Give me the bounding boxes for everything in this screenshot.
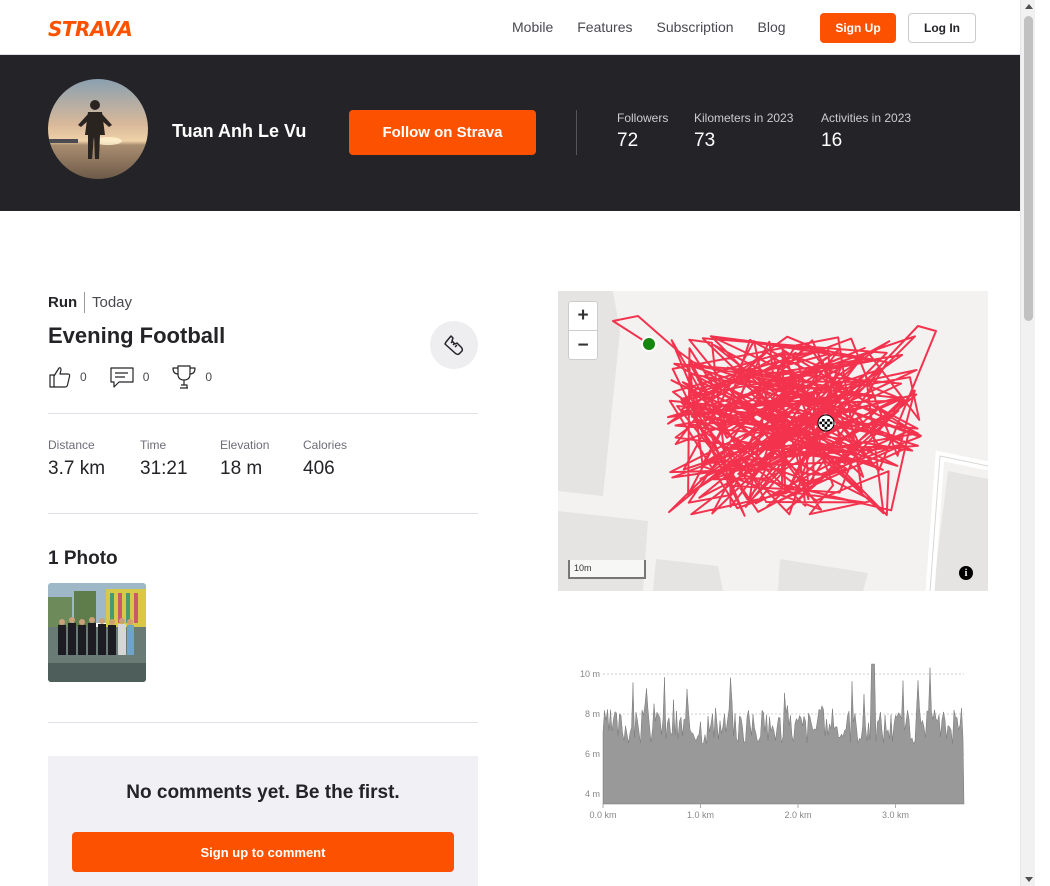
activity-title: Evening Football	[48, 323, 226, 348]
stat-label: Kilometers in 2023	[694, 111, 794, 125]
map-scale: 10m	[568, 560, 646, 579]
elevation-chart[interactable]: 10 m 8 m 6 m 4 m 0.0 km 1.0 km 2.0 km 3.0 km	[560, 632, 980, 832]
y-tick-label: 6 m	[585, 749, 600, 759]
scroll-up-icon[interactable]	[1025, 4, 1033, 9]
metric-label: Distance	[48, 438, 95, 452]
activity-type: Run	[48, 294, 78, 311]
x-tick-label: 1.0 km	[687, 810, 714, 820]
log-in-button[interactable]: Log In	[908, 13, 976, 43]
metric-calories: Calories 406	[303, 438, 347, 480]
sign-up-button[interactable]: Sign Up	[820, 13, 896, 43]
zoom-out-button[interactable]: −	[569, 331, 597, 360]
social-actions: 0 0 0	[48, 364, 234, 390]
metric-time: Time 31:21	[140, 438, 188, 480]
divider	[48, 413, 478, 414]
metric-value: 406	[303, 458, 335, 479]
zoom-in-button[interactable]: +	[569, 302, 597, 331]
scroll-down-icon[interactable]	[1025, 877, 1033, 882]
activity-date: Today	[92, 294, 133, 311]
strava-logo[interactable]: STRAVA	[48, 17, 133, 41]
stat-value: 73	[694, 130, 716, 151]
avatar[interactable]	[48, 79, 148, 179]
photos-title: 1 Photo	[48, 548, 118, 569]
achievements[interactable]: 0	[171, 364, 212, 390]
stat-label: Activities in 2023	[821, 111, 912, 125]
activity-photo[interactable]	[48, 583, 146, 682]
comments-section: No comments yet. Be the first. Sign up t…	[48, 756, 478, 886]
page-scrollbar[interactable]	[1020, 0, 1035, 886]
nav-link-blog[interactable]: Blog	[758, 19, 786, 35]
stat-value: 16	[821, 130, 843, 151]
x-tick-label: 2.0 km	[784, 810, 811, 820]
run-shoe-icon	[430, 321, 478, 369]
athlete-name[interactable]: Tuan Anh Le Vu	[172, 121, 306, 142]
route-path	[612, 315, 937, 517]
metric-value: 18 m	[220, 458, 263, 479]
metric-distance: Distance 3.7 km	[48, 438, 105, 480]
comment-icon	[110, 367, 134, 388]
divider	[48, 722, 478, 723]
y-tick-label: 4 m	[585, 789, 600, 799]
metric-label: Time	[140, 438, 167, 452]
x-tick-label: 0.0 km	[589, 810, 616, 820]
nav-link-features[interactable]: Features	[577, 19, 632, 35]
map-tiles	[558, 291, 988, 591]
metric-elevation: Elevation 18 m	[220, 438, 269, 480]
elevation-profile	[602, 663, 965, 805]
y-tick-label: 8 m	[585, 709, 600, 719]
x-tick-label: 3.0 km	[882, 810, 909, 820]
scrollbar-thumb[interactable]	[1024, 16, 1033, 321]
stat-kilometers: Kilometers in 2023 73	[694, 111, 793, 152]
kudos-count: 0	[80, 370, 87, 384]
divider	[84, 292, 85, 313]
y-tick-label: 10 m	[580, 669, 600, 679]
metric-label: Calories	[303, 438, 348, 452]
thumbs-up-icon	[49, 367, 71, 388]
comments-button[interactable]: 0	[109, 365, 150, 389]
trophy-icon	[172, 365, 196, 389]
divider	[48, 513, 478, 514]
info-icon[interactable]: i	[959, 566, 973, 580]
comment-count: 0	[142, 370, 150, 384]
follow-button[interactable]: Follow on Strava	[349, 110, 536, 155]
stat-followers: Followers 72	[617, 111, 668, 152]
start-marker	[641, 336, 657, 352]
metric-value: 31:21	[140, 458, 188, 479]
stat-activities: Activities in 2023 16	[821, 111, 911, 152]
kudos-button[interactable]: 0	[48, 365, 87, 389]
athlete-header: Tuan Anh Le Vu Follow on Strava Follower…	[0, 55, 1035, 211]
nav-links: Mobile Features Subscription Blog	[512, 19, 810, 35]
divider	[576, 110, 577, 155]
metric-label: Elevation	[220, 438, 270, 452]
nav-link-mobile[interactable]: Mobile	[512, 19, 553, 35]
stat-value: 72	[617, 130, 639, 151]
metric-value: 3.7 km	[48, 458, 106, 479]
sign-up-to-comment-button[interactable]: Sign up to comment	[72, 832, 454, 872]
no-comments-message: No comments yet. Be the first.	[126, 782, 400, 803]
page: STRAVA Mobile Features Subscription Blog…	[0, 0, 1035, 886]
stat-label: Followers	[617, 111, 669, 125]
nav-link-subscription[interactable]: Subscription	[657, 19, 734, 35]
top-nav: STRAVA Mobile Features Subscription Blog…	[0, 0, 1035, 55]
zoom-controls: + −	[568, 301, 598, 360]
route-line	[612, 315, 937, 517]
route-map[interactable]: + − 10m i	[558, 291, 988, 591]
achievement-count: 0	[205, 370, 213, 384]
